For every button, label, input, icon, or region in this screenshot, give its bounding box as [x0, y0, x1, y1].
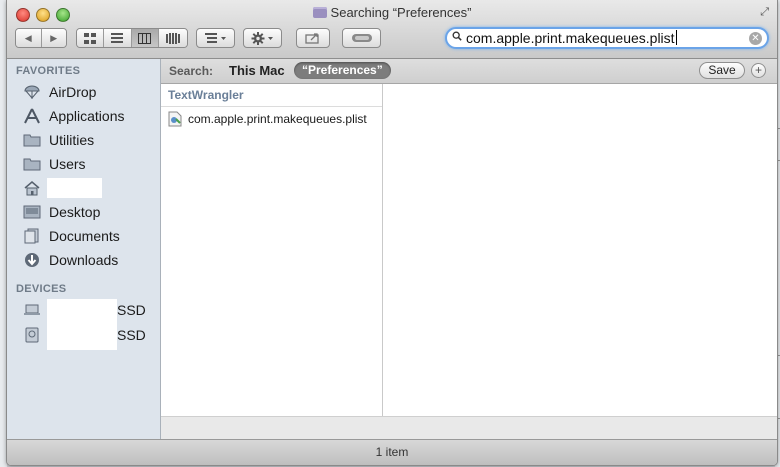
finder-window: Searching “Preferences” ⤢ ◀ ▶ com.apple.… [6, 0, 778, 466]
forward-button[interactable]: ▶ [41, 29, 66, 47]
add-criteria-button[interactable]: + [751, 63, 766, 78]
column-view-button[interactable] [131, 29, 159, 47]
smart-folder-icon [312, 7, 327, 18]
save-search-button[interactable]: Save [699, 62, 745, 79]
sidebar-item-label: Utilities [49, 132, 95, 148]
window-title-bar: Searching “Preferences” [7, 5, 777, 20]
group-divider [161, 106, 382, 107]
tags-button[interactable] [342, 28, 381, 48]
search-field[interactable]: com.apple.print.makequeues.plist ✕ [445, 27, 769, 49]
sidebar-item-device-disk[interactable]: SSD [7, 322, 159, 350]
tag-icon [351, 34, 372, 42]
sidebar-item-label: Desktop [49, 204, 101, 220]
desktop-icon [23, 205, 41, 219]
icon-view-button[interactable] [77, 29, 105, 47]
documents-icon [24, 228, 39, 244]
back-forward-control: ◀ ▶ [15, 28, 67, 48]
sidebar: FAVORITES AirDrop Applications Utilities… [7, 59, 161, 439]
search-input[interactable]: com.apple.print.makequeues.plist [466, 30, 677, 46]
list-view-button[interactable] [104, 29, 132, 47]
sidebar-item-device-laptop[interactable]: SSD [7, 299, 159, 323]
sidebar-item-label: Applications [49, 108, 125, 124]
clear-search-icon[interactable]: ✕ [749, 32, 762, 45]
sidebar-item-airdrop[interactable]: AirDrop [7, 81, 159, 103]
favorites-header: FAVORITES [16, 65, 81, 77]
back-arrow-icon: ◀ [24, 32, 32, 43]
file-name: com.apple.print.makequeues.plist [188, 112, 367, 126]
search-icon [452, 31, 462, 41]
sidebar-item-label: SSD [117, 302, 146, 318]
folder-icon [23, 134, 41, 147]
window-toolbar: Searching “Preferences” ⤢ ◀ ▶ com.apple.… [7, 0, 777, 59]
sidebar-item-documents[interactable]: Documents [7, 225, 159, 247]
search-scope-label: Search: [169, 64, 214, 78]
sidebar-item-label: Documents [49, 228, 120, 244]
action-button[interactable] [243, 28, 282, 48]
horizontal-scroll-area[interactable] [161, 416, 777, 439]
sidebar-item-label: Downloads [49, 252, 119, 268]
redacted-username [47, 178, 102, 198]
coverflow-view-icon [165, 32, 180, 44]
search-query-text: com.apple.print.makequeues.plist [466, 30, 675, 46]
results-column: TextWrangler com.apple.print.makequeues.… [161, 84, 383, 416]
plist-file-icon [168, 111, 182, 127]
scope-this-mac-button[interactable]: This Mac [229, 63, 285, 78]
redacted-device-name [47, 299, 117, 323]
status-bar: 1 item [7, 439, 777, 465]
forward-arrow-icon: ▶ [50, 32, 58, 43]
window-title: Searching “Preferences” [330, 5, 472, 20]
devices-header: DEVICES [16, 283, 67, 295]
sidebar-item-label: SSD [117, 327, 146, 343]
sidebar-item-applications[interactable]: Applications [7, 105, 159, 127]
text-caret [675, 30, 677, 45]
airdrop-icon [24, 85, 40, 99]
sidebar-item-home[interactable] [7, 177, 159, 199]
sidebar-item-label: Users [49, 156, 86, 172]
results-group-header: TextWrangler [168, 88, 244, 102]
laptop-icon [24, 304, 40, 315]
scope-preferences-button[interactable]: “Preferences” [294, 62, 391, 79]
share-icon [305, 33, 319, 44]
sidebar-item-utilities[interactable]: Utilities [7, 129, 159, 151]
downloads-icon [25, 253, 39, 267]
gear-icon [251, 31, 273, 45]
list-view-icon [111, 32, 124, 43]
arrange-icon [204, 32, 226, 43]
view-mode-control [76, 28, 188, 48]
sidebar-item-label: AirDrop [49, 84, 97, 100]
folder-icon [23, 158, 41, 171]
column-view-icon [138, 32, 152, 44]
arrange-button[interactable] [196, 28, 235, 48]
home-icon [24, 181, 40, 196]
share-button[interactable] [296, 28, 330, 48]
icon-view-icon [84, 32, 97, 44]
item-count: 1 item [375, 445, 409, 459]
preview-column [383, 84, 777, 416]
sidebar-item-desktop[interactable]: Desktop [7, 201, 159, 223]
sidebar-item-downloads[interactable]: Downloads [7, 249, 159, 271]
fullscreen-icon[interactable]: ⤢ [760, 6, 769, 19]
applications-icon [24, 108, 40, 124]
disk-icon [25, 327, 39, 343]
search-scope-bar: Search: This Mac “Preferences” Save + [161, 59, 777, 84]
back-button[interactable]: ◀ [16, 29, 42, 47]
coverflow-view-button[interactable] [158, 29, 187, 47]
sidebar-item-users[interactable]: Users [7, 153, 159, 175]
list-item[interactable]: com.apple.print.makequeues.plist [168, 110, 367, 128]
redacted-device-name [47, 322, 117, 350]
